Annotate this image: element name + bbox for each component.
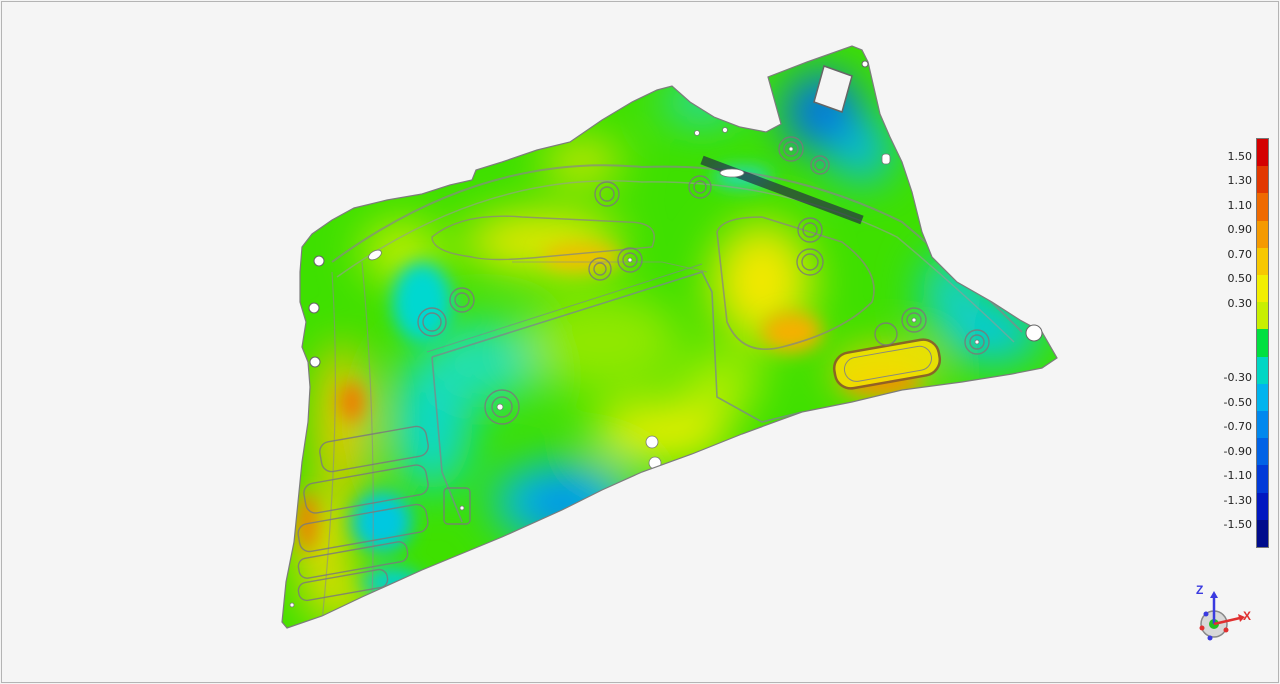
z-axis-label: Z <box>1196 583 1203 597</box>
legend-tick-label: -1.10 <box>1223 469 1252 482</box>
legend-tick-label: -1.30 <box>1223 494 1252 507</box>
legend-tick-label: 0.70 <box>1227 248 1253 261</box>
legend-color-segment <box>1257 438 1268 466</box>
legend-color-segment <box>1257 193 1268 222</box>
legend-tick-label: 0.90 <box>1227 223 1253 236</box>
legend-color-bar <box>1256 138 1269 548</box>
legend-color-segment <box>1257 492 1268 521</box>
legend-color-segment <box>1257 383 1268 412</box>
part-deviation-map[interactable] <box>2 2 1278 682</box>
legend-tick-label: -0.70 <box>1223 420 1252 433</box>
legend-color-segment <box>1257 329 1268 358</box>
legend-color-segment <box>1257 247 1268 276</box>
legend-color-segment <box>1257 356 1268 385</box>
legend-tick-label: 1.50 <box>1227 150 1253 163</box>
legend-color-segment <box>1257 465 1268 494</box>
legend-color-segment <box>1257 139 1268 167</box>
legend-tick-label: 1.10 <box>1227 199 1253 212</box>
deviation-surface <box>282 46 1057 628</box>
legend-tick-label: -0.50 <box>1223 396 1252 409</box>
legend-color-segment <box>1257 275 1268 303</box>
legend-color-segment <box>1257 302 1268 330</box>
deviation-color-legend: 1.50 1.30 1.10 0.90 0.70 0.50 0.30 -0.30 -0.50 -0… <box>1212 136 1274 552</box>
legend-color-segment <box>1257 519 1268 548</box>
legend-color-segment <box>1257 220 1268 249</box>
legend-tick-label: 1.30 <box>1227 174 1253 187</box>
legend-tick-label: -1.50 <box>1223 518 1252 531</box>
3d-viewport[interactable]: 1.50 1.30 1.10 0.90 0.70 0.50 0.30 -0.30 -0.50 -0… <box>1 1 1279 683</box>
orientation-triad[interactable]: Z X <box>1188 580 1258 650</box>
legend-color-segment <box>1257 166 1268 194</box>
x-axis-label: X <box>1243 609 1251 623</box>
legend-color-segment <box>1257 411 1268 439</box>
legend-tick-label: -0.90 <box>1223 445 1252 458</box>
legend-tick-label: -0.30 <box>1223 371 1252 384</box>
legend-tick-label: 0.30 <box>1227 297 1253 310</box>
legend-tick-label: 0.50 <box>1227 272 1253 285</box>
